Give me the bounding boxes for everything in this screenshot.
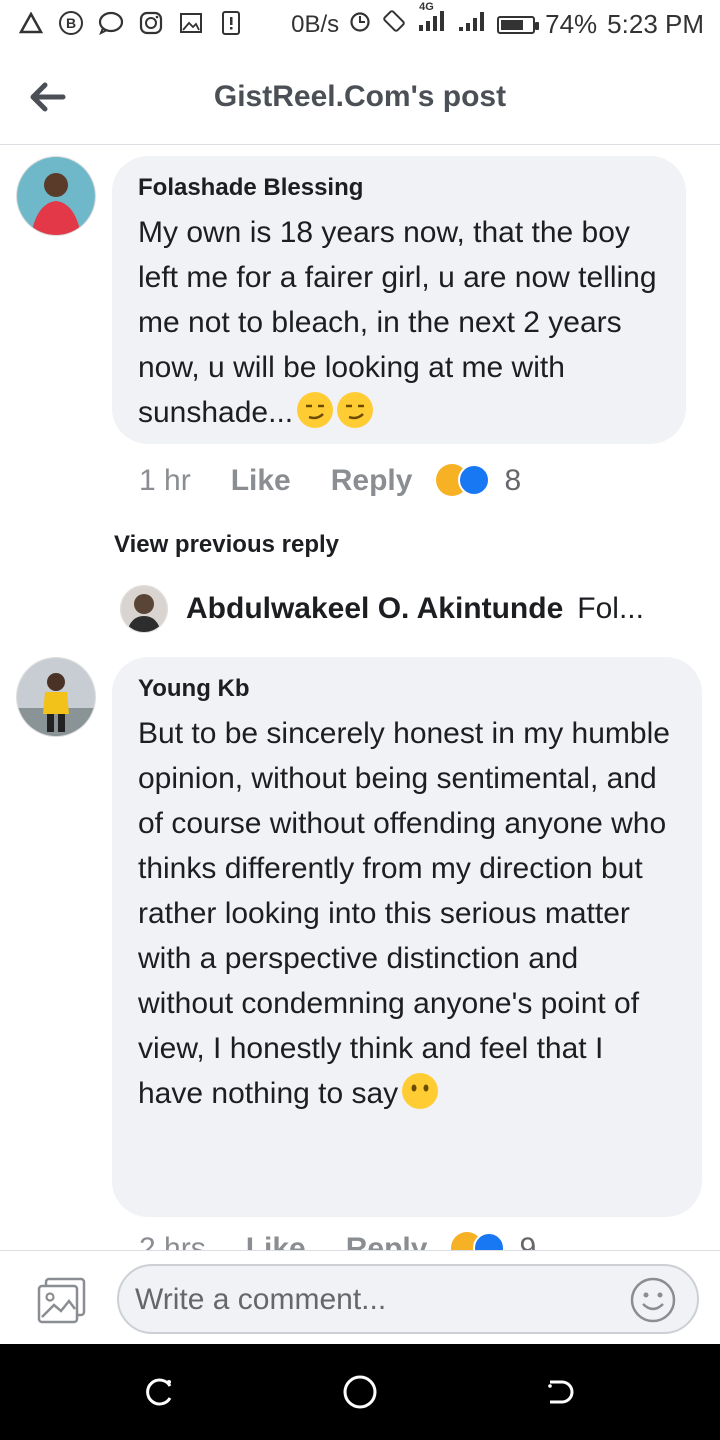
avatar[interactable] xyxy=(16,156,96,236)
clock: 5:23 PM xyxy=(607,9,704,39)
reply-button[interactable]: Reply xyxy=(346,1232,428,1250)
speechless-emoji-icon xyxy=(402,1073,439,1109)
comment-author[interactable]: Folashade Blessing xyxy=(138,174,660,202)
home-icon xyxy=(343,1375,377,1409)
smirk-emoji-icon xyxy=(337,392,374,428)
page-title: GistReel.Com's post xyxy=(213,80,507,113)
reactions[interactable] xyxy=(436,464,500,498)
network-type: 4G xyxy=(419,1,434,13)
reply-snippet: Fol... xyxy=(577,592,644,625)
comment-time: 1 hr xyxy=(139,464,191,497)
smiley-icon xyxy=(630,1277,676,1323)
comment-input[interactable] xyxy=(133,1278,627,1322)
instagram-icon xyxy=(138,10,164,36)
home-button[interactable] xyxy=(342,1374,378,1410)
reply-preview[interactable]: Abdulwakeel O. Akintunde Fol... xyxy=(120,585,644,633)
like-reaction-icon xyxy=(458,464,491,496)
battery-icon xyxy=(497,15,540,34)
emoji-button[interactable] xyxy=(629,1276,677,1324)
post-header: GistReel.Com's post xyxy=(0,50,720,145)
comment-body: But to be sincerely honest in my humble … xyxy=(138,717,670,1110)
comment-bubble[interactable]: Folashade Blessing My own is 18 years no… xyxy=(112,156,686,444)
back-icon xyxy=(548,1380,574,1404)
like-reaction-icon xyxy=(473,1232,506,1250)
notification-icons: B xyxy=(18,10,244,36)
comment-bubble[interactable]: Young Kb But to be sincerely honest in m… xyxy=(112,657,702,1217)
alert-icon xyxy=(218,10,244,36)
reply-author[interactable]: Abdulwakeel O. Akintunde xyxy=(186,592,563,626)
triangle-icon xyxy=(18,10,44,36)
battery-level xyxy=(501,19,524,30)
comment-composer xyxy=(0,1250,720,1345)
recents-button[interactable] xyxy=(142,1374,178,1410)
smirk-emoji-icon xyxy=(297,392,334,428)
comment-actions: 1 hr Like Reply 8 xyxy=(139,464,521,498)
chat-bubble-icon xyxy=(98,10,124,36)
reactions[interactable] xyxy=(451,1232,515,1250)
signal-icon xyxy=(457,9,487,40)
avatar[interactable] xyxy=(120,585,168,633)
view-previous-reply-link[interactable]: View previous reply xyxy=(114,531,339,559)
comment-body: My own is 18 years now, that the boy lef… xyxy=(138,216,657,429)
svg-text:B: B xyxy=(66,15,76,31)
signal-icon: 4G xyxy=(417,1,447,40)
comment-time: 2 hrs xyxy=(139,1232,206,1250)
comment-actions: 2 hrs Like Reply 9 xyxy=(139,1232,536,1250)
battery-percent: 74% xyxy=(545,9,598,39)
like-button[interactable]: Like xyxy=(231,464,291,498)
photo-icon xyxy=(37,1277,86,1324)
b-circle-icon: B xyxy=(58,10,84,36)
data-saver-icon xyxy=(349,9,371,40)
status-bar: B 0B/s 4G 74% 5:23 PM xyxy=(0,0,720,50)
reaction-count[interactable]: 9 xyxy=(519,1232,536,1250)
recents-icon xyxy=(146,1378,172,1406)
system-status: 0B/s 4G 74% 5:23 PM xyxy=(291,1,704,41)
avatar[interactable] xyxy=(16,657,96,737)
reaction-count[interactable]: 8 xyxy=(504,464,521,498)
rotate-icon xyxy=(381,8,407,41)
reply-button[interactable]: Reply xyxy=(331,464,413,498)
network-speed: 0B/s xyxy=(291,10,340,38)
back-nav-button[interactable] xyxy=(542,1374,578,1410)
comment-text: But to be sincerely honest in my humble … xyxy=(138,711,676,1116)
add-photo-button[interactable] xyxy=(36,1275,88,1327)
photo-icon xyxy=(178,10,204,36)
navigation-bar xyxy=(0,1344,720,1440)
like-button[interactable]: Like xyxy=(246,1232,306,1250)
comment-input-box[interactable] xyxy=(117,1264,699,1334)
comment-text: My own is 18 years now, that the boy lef… xyxy=(138,210,660,435)
comment-author[interactable]: Young Kb xyxy=(138,675,676,703)
